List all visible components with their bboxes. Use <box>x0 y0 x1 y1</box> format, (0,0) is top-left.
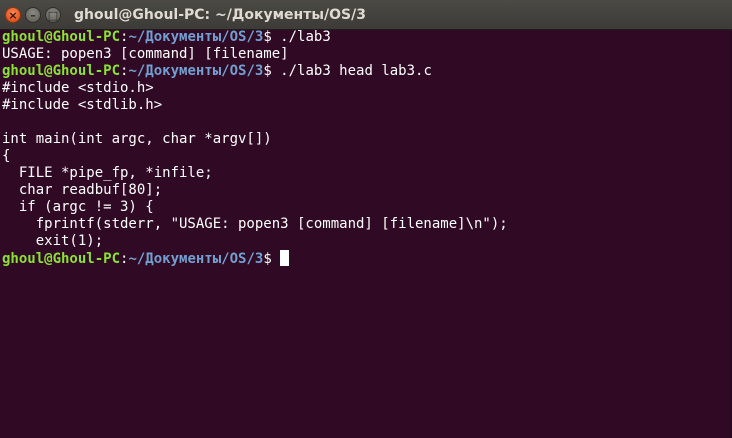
prompt-path: ~/Документы/OS/3 <box>128 251 264 267</box>
prompt-symbol: $ <box>263 63 281 79</box>
output-line: #include <stdio.h> <box>2 80 154 96</box>
output-line: FILE *pipe_fp, *infile; <box>2 165 213 181</box>
prompt-user-host: ghoul@Ghoul-PC <box>2 29 121 45</box>
prompt-path: ~/Документы/OS/3 <box>128 29 264 45</box>
output-line: char readbuf[80]; <box>2 182 163 198</box>
prompt-line: ghoul@Ghoul-PC:~/Документы/OS/3$ <box>2 250 730 267</box>
output-line: int main(int argc, char *argv[]) <box>2 131 272 147</box>
output-line: exit(1); <box>2 233 104 249</box>
terminal-window: × – □ ghoul@Ghoul-PC: ~/Документы/OS/3 g… <box>0 0 732 438</box>
prompt-line: ghoul@Ghoul-PC:~/Документы/OS/3$ ./lab3 <box>2 29 730 46</box>
output-line: { <box>2 148 11 164</box>
title-bar[interactable]: × – □ ghoul@Ghoul-PC: ~/Документы/OS/3 <box>0 0 732 30</box>
close-button[interactable]: × <box>5 7 21 23</box>
output-line: #include <stdlib.h> <box>2 97 163 113</box>
minimize-button[interactable]: – <box>25 7 41 23</box>
prompt-symbol: $ <box>263 29 281 45</box>
maximize-icon: □ <box>47 9 59 22</box>
output-line: fprintf(stderr, "USAGE: popen3 [command]… <box>2 216 508 232</box>
terminal-output[interactable]: ghoul@Ghoul-PC:~/Документы/OS/3$ ./lab3 U… <box>2 29 730 438</box>
command-text: ./lab3 head lab3.c <box>280 63 432 79</box>
prompt-user-host: ghoul@Ghoul-PC <box>2 251 121 267</box>
prompt-symbol: $ <box>263 251 281 267</box>
command-text: ./lab3 <box>280 29 331 45</box>
minimize-icon: – <box>30 9 36 22</box>
prompt-line: ghoul@Ghoul-PC:~/Документы/OS/3$ ./lab3 … <box>2 63 730 80</box>
prompt-user-host: ghoul@Ghoul-PC <box>2 63 121 79</box>
prompt-path: ~/Документы/OS/3 <box>128 63 264 79</box>
maximize-button[interactable]: □ <box>45 7 61 23</box>
window-title: ghoul@Ghoul-PC: ~/Документы/OS/3 <box>74 7 366 23</box>
close-icon: × <box>8 9 18 22</box>
output-line: if (argc != 3) { <box>2 199 154 215</box>
text-cursor <box>280 250 290 266</box>
output-line: USAGE: popen3 [command] [filename] <box>2 46 289 62</box>
